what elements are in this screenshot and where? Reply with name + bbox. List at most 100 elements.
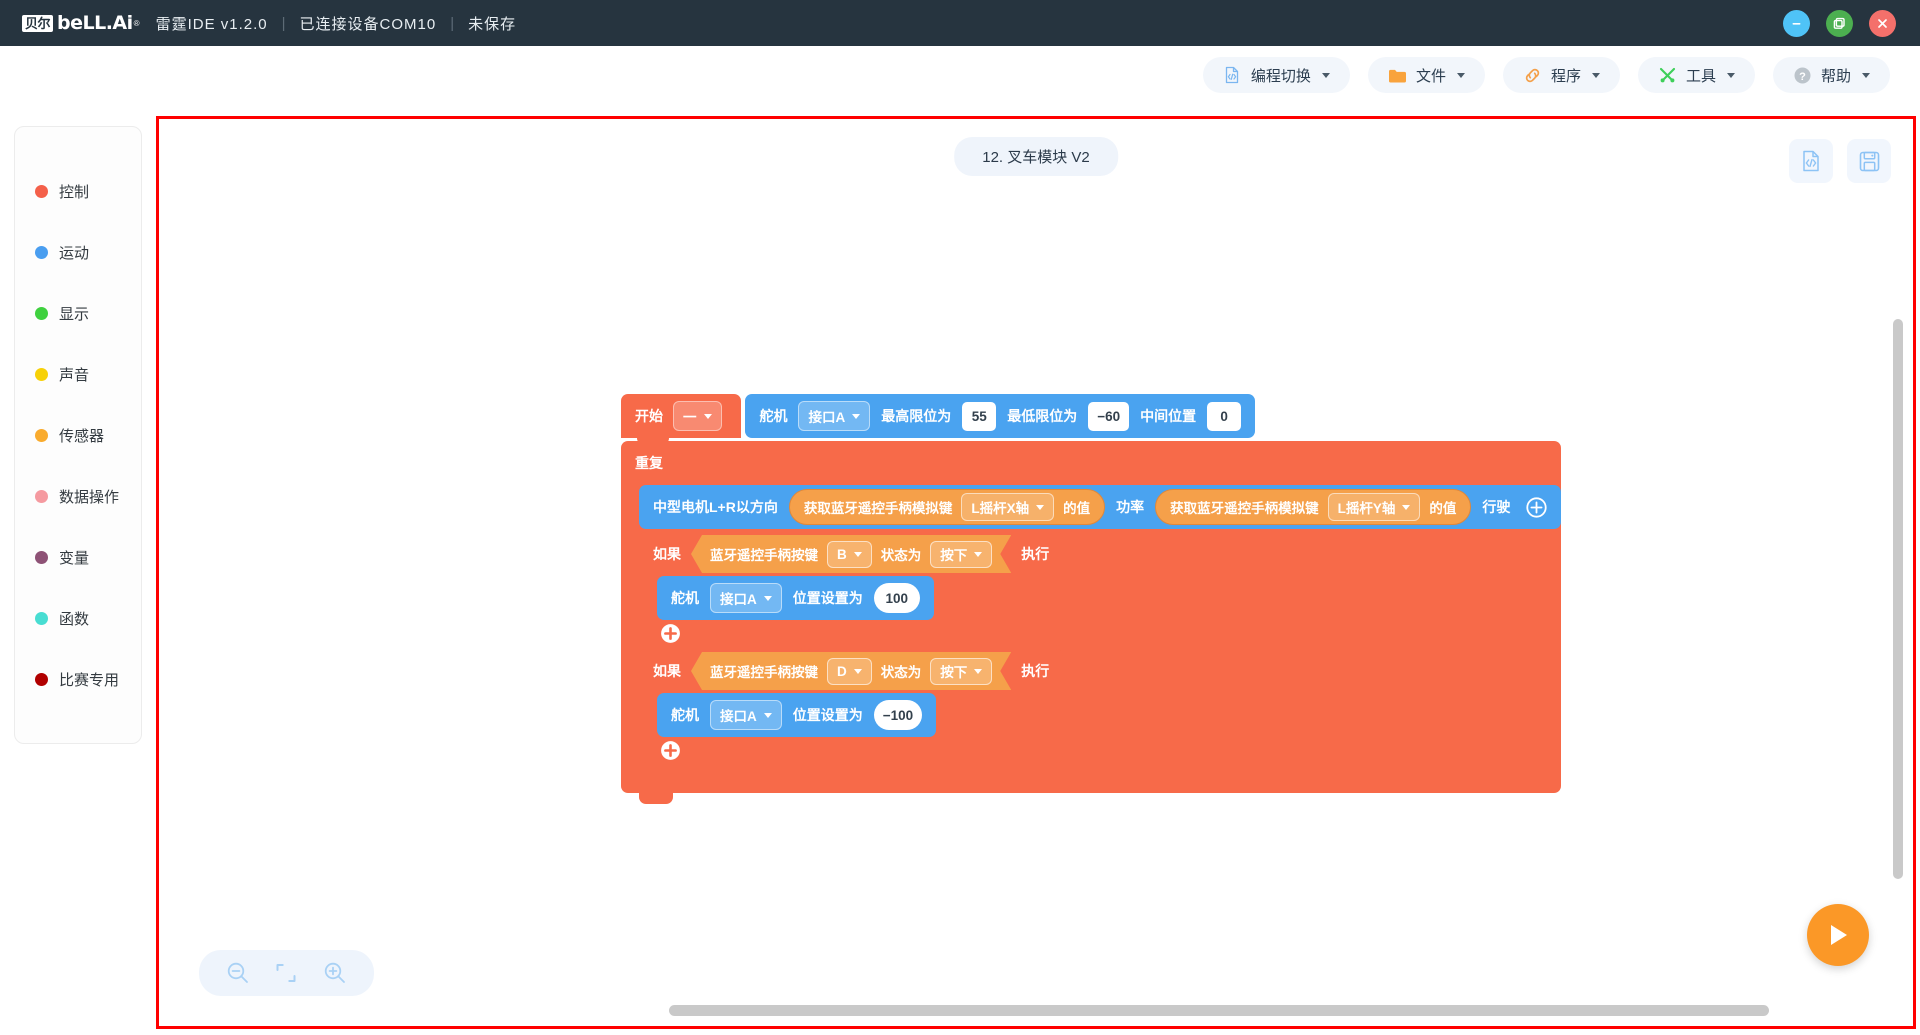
maximize-button[interactable] bbox=[1826, 9, 1853, 37]
block-label: 重复 bbox=[635, 455, 663, 471]
canvas-toolbar bbox=[1789, 139, 1891, 183]
servo-port-dropdown[interactable]: 接口A bbox=[710, 583, 782, 613]
sidebar-item-label: 运动 bbox=[59, 245, 90, 262]
menu-item-tools[interactable]: 工具 bbox=[1637, 57, 1755, 93]
reporter-joystick-x[interactable]: 获取蓝牙遥控手柄模拟键 L摇杆X轴 的值 bbox=[788, 489, 1106, 525]
category-color-dot bbox=[35, 490, 48, 503]
dropdown-value: 接口A bbox=[808, 410, 846, 425]
window-controls bbox=[1783, 9, 1896, 37]
reporter-suffix: 的值 bbox=[1429, 501, 1457, 516]
block-start[interactable]: 开始 一 bbox=[621, 394, 741, 445]
gamepad-state-dropdown[interactable]: 按下 bbox=[930, 541, 992, 568]
servo-port-dropdown[interactable]: 接口A bbox=[798, 401, 871, 431]
add-else-button-2[interactable] bbox=[659, 739, 681, 761]
reporter-joystick-y[interactable]: 获取蓝牙遥控手柄模拟键 L摇杆Y轴 的值 bbox=[1155, 489, 1472, 525]
sidebar-item-sound[interactable]: 声音 bbox=[15, 344, 141, 405]
fit-to-screen-button[interactable] bbox=[274, 961, 298, 985]
block-servo-position-2[interactable]: 舵机 接口A 位置设置为 −100 bbox=[657, 693, 937, 737]
sidebar-item-label: 变量 bbox=[59, 550, 90, 567]
close-button[interactable] bbox=[1869, 9, 1896, 37]
category-color-dot bbox=[35, 673, 48, 686]
sidebar-item-label: 显示 bbox=[59, 306, 90, 323]
sidebar-item-function[interactable]: 函数 bbox=[15, 588, 141, 649]
block-if-2[interactable]: 如果 蓝牙遥控手柄按键 D 状态为 按下 执行 舵机 接口A 位置设置为 −10… bbox=[639, 649, 1064, 763]
sidebar-item-data-operation[interactable]: 数据操作 bbox=[15, 466, 141, 527]
block-if-1[interactable]: 如果 蓝牙遥控手柄按键 B 状态为 按下 执行 舵机 接口A 位置设置为 100 bbox=[639, 532, 1064, 646]
menu-item-program[interactable]: 程序 bbox=[1502, 57, 1620, 93]
servo-position-input[interactable]: −100 bbox=[873, 700, 923, 730]
sidebar-item-sensor[interactable]: 传感器 bbox=[15, 405, 141, 466]
sidebar-item-control[interactable]: 控制 bbox=[15, 161, 141, 222]
if-body-2: 舵机 接口A 位置设置为 −100 bbox=[657, 693, 1063, 737]
chevron-down-icon bbox=[854, 669, 862, 674]
menu-label: 编程切换 bbox=[1250, 67, 1311, 85]
chevron-down-icon bbox=[1036, 504, 1045, 510]
mid-position-label: 中间位置 bbox=[1140, 408, 1197, 424]
view-code-button[interactable] bbox=[1789, 139, 1833, 183]
state-label: 状态为 bbox=[880, 665, 922, 680]
gamepad-key-dropdown[interactable]: B bbox=[827, 541, 872, 568]
if-label: 如果 bbox=[653, 663, 681, 679]
zoom-out-button[interactable] bbox=[225, 960, 251, 986]
start-mode-dropdown[interactable]: 一 bbox=[673, 401, 722, 431]
block-drive-motors[interactable]: 中型电机L+R以方向 获取蓝牙遥控手柄模拟键 L摇杆X轴 的值 功率 获取蓝牙遥… bbox=[639, 485, 1562, 529]
block-canvas[interactable]: 12. 叉车模块 V2 开始 一 舵机 接口A 最高限位为 55 最低限位为 −… bbox=[156, 116, 1916, 1029]
run-program-button[interactable] bbox=[1807, 904, 1869, 966]
menu-item-file[interactable]: 文件 bbox=[1367, 57, 1485, 93]
menu-label: 工具 bbox=[1685, 67, 1716, 85]
mid-position-input[interactable]: 0 bbox=[1207, 401, 1242, 431]
min-limit-input[interactable]: −60 bbox=[1088, 401, 1130, 431]
title-separator-1: | bbox=[281, 14, 286, 32]
vertical-scrollbar[interactable] bbox=[1893, 319, 1903, 879]
sidebar-item-label: 控制 bbox=[59, 184, 90, 201]
app-name: 雷霆IDE v1.2.0 bbox=[155, 15, 268, 33]
block-label: 舵机 bbox=[671, 590, 699, 606]
trademark-mark: ® bbox=[133, 18, 140, 28]
brand-wordmark: beLL.Ai bbox=[57, 12, 133, 34]
block-servo-position-1[interactable]: 舵机 接口A 位置设置为 100 bbox=[657, 576, 934, 620]
workspace: 控制 运动 显示 声音 传感器 数据操作 变量 函数 比赛专用 12. 叉车模块… bbox=[0, 104, 1920, 1035]
brand-badge: 贝尔 bbox=[22, 14, 54, 32]
chevron-down-icon bbox=[1456, 72, 1465, 78]
axis-y-dropdown[interactable]: L摇杆Y轴 bbox=[1327, 493, 1421, 521]
boolean-gamepad-button-2[interactable]: 蓝牙遥控手柄按键 D 状态为 按下 bbox=[691, 652, 1011, 690]
max-limit-input[interactable]: 55 bbox=[962, 401, 997, 431]
condition-slot: 蓝牙遥控手柄按键 B 状态为 按下 bbox=[691, 535, 1011, 573]
block-servo-limits[interactable]: 舵机 接口A 最高限位为 55 最低限位为 −60 中间位置 0 bbox=[745, 394, 1256, 438]
drive-tail-label: 行驶 bbox=[1482, 499, 1511, 515]
gamepad-key-dropdown[interactable]: D bbox=[827, 658, 872, 685]
category-color-dot bbox=[35, 551, 48, 564]
servo-port-dropdown[interactable]: 接口A bbox=[710, 700, 782, 730]
boolean-gamepad-button-1[interactable]: 蓝牙遥控手柄按键 B 状态为 按下 bbox=[691, 535, 1011, 573]
repeat-footer bbox=[621, 763, 781, 793]
dropdown-value: 接口A bbox=[720, 709, 757, 724]
add-argument-button[interactable] bbox=[1525, 496, 1547, 518]
menu-bar: 编程切换 文件 程序 工具 ? 帮助 bbox=[0, 46, 1920, 104]
servo-position-input[interactable]: 100 bbox=[873, 583, 920, 613]
gamepad-state-dropdown[interactable]: 按下 bbox=[930, 658, 992, 685]
horizontal-scrollbar[interactable] bbox=[669, 1005, 1769, 1016]
category-color-dot bbox=[35, 307, 48, 320]
condition-label: 蓝牙遥控手柄按键 bbox=[710, 665, 818, 680]
block-category-sidebar: 控制 运动 显示 声音 传感器 数据操作 变量 函数 比赛专用 bbox=[14, 126, 142, 744]
sidebar-item-competition[interactable]: 比赛专用 bbox=[15, 649, 141, 710]
reporter-label: 获取蓝牙遥控手柄模拟键 bbox=[1170, 501, 1319, 516]
axis-x-dropdown[interactable]: L摇杆X轴 bbox=[961, 493, 1055, 521]
zoom-in-button[interactable] bbox=[322, 960, 348, 986]
sidebar-item-variable[interactable]: 变量 bbox=[15, 527, 141, 588]
reporter-label: 获取蓝牙遥控手柄模拟键 bbox=[803, 501, 953, 516]
code-file-icon bbox=[1803, 150, 1819, 172]
block-repeat-forever[interactable]: 重复 中型电机L+R以方向 获取蓝牙遥控手柄模拟键 L摇杆X轴 的值 功率 获取… bbox=[621, 441, 1562, 804]
svg-text:?: ? bbox=[1799, 70, 1806, 82]
sidebar-item-motion[interactable]: 运动 bbox=[15, 222, 141, 283]
add-else-button-1[interactable] bbox=[659, 622, 681, 644]
canvas-zoom-controls bbox=[199, 950, 374, 996]
chevron-down-icon bbox=[974, 552, 982, 557]
menu-item-help[interactable]: ? 帮助 bbox=[1772, 57, 1890, 93]
menu-item-programming-switch[interactable]: 编程切换 bbox=[1202, 57, 1350, 93]
chevron-down-icon bbox=[1862, 72, 1870, 78]
sidebar-item-display[interactable]: 显示 bbox=[15, 283, 141, 344]
minimize-button[interactable] bbox=[1783, 9, 1810, 37]
sidebar-item-label: 数据操作 bbox=[59, 489, 120, 506]
save-button[interactable] bbox=[1847, 139, 1891, 183]
